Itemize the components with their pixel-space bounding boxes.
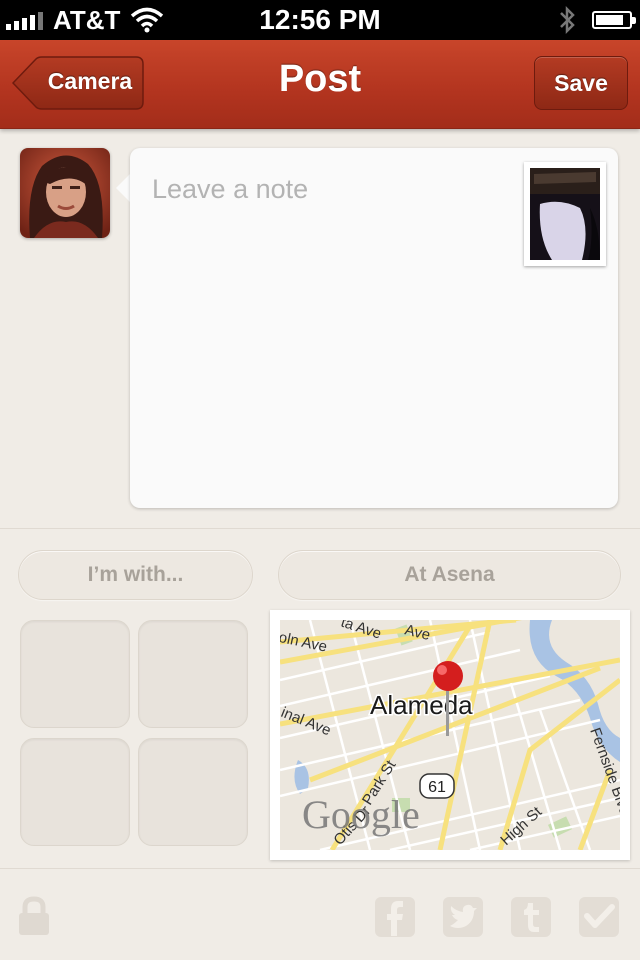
divider bbox=[0, 528, 640, 529]
photo-thumbnail[interactable] bbox=[524, 162, 606, 266]
navigation-bar: Camera Post Save bbox=[0, 40, 640, 129]
avatar bbox=[20, 148, 110, 238]
im-with-button[interactable]: I’m with... bbox=[18, 550, 253, 600]
photo-image bbox=[530, 168, 600, 260]
bluetooth-icon bbox=[560, 5, 575, 35]
friend-slot[interactable] bbox=[138, 620, 248, 728]
friend-slot[interactable] bbox=[138, 738, 248, 846]
battery-icon bbox=[592, 11, 636, 29]
status-bar: AT&T 12:56 PM bbox=[0, 0, 640, 40]
friend-slot[interactable] bbox=[20, 620, 130, 728]
route-shield-label: 61 bbox=[428, 779, 446, 796]
location-button[interactable]: At Asena bbox=[278, 550, 621, 600]
map-place-label: Alameda bbox=[370, 690, 473, 720]
battery-level bbox=[596, 15, 623, 25]
facebook-icon[interactable] bbox=[374, 896, 416, 938]
divider bbox=[0, 868, 640, 869]
note-pointer bbox=[116, 174, 130, 202]
tumblr-icon[interactable] bbox=[510, 896, 552, 938]
note-card bbox=[130, 148, 618, 508]
checkin-icon[interactable] bbox=[578, 896, 620, 938]
save-button[interactable]: Save bbox=[534, 56, 628, 110]
lock-icon[interactable] bbox=[16, 896, 52, 936]
note-input[interactable] bbox=[150, 168, 514, 210]
friend-slot[interactable] bbox=[20, 738, 130, 846]
map-attribution: Google bbox=[302, 792, 420, 837]
status-time: 12:56 PM bbox=[259, 4, 381, 35]
map-image: oln Ave ta Ave Ave inal Ave Park St Otis… bbox=[280, 620, 620, 850]
twitter-icon[interactable] bbox=[442, 896, 484, 938]
map-view[interactable]: oln Ave ta Ave Ave inal Ave Park St Otis… bbox=[270, 610, 630, 860]
